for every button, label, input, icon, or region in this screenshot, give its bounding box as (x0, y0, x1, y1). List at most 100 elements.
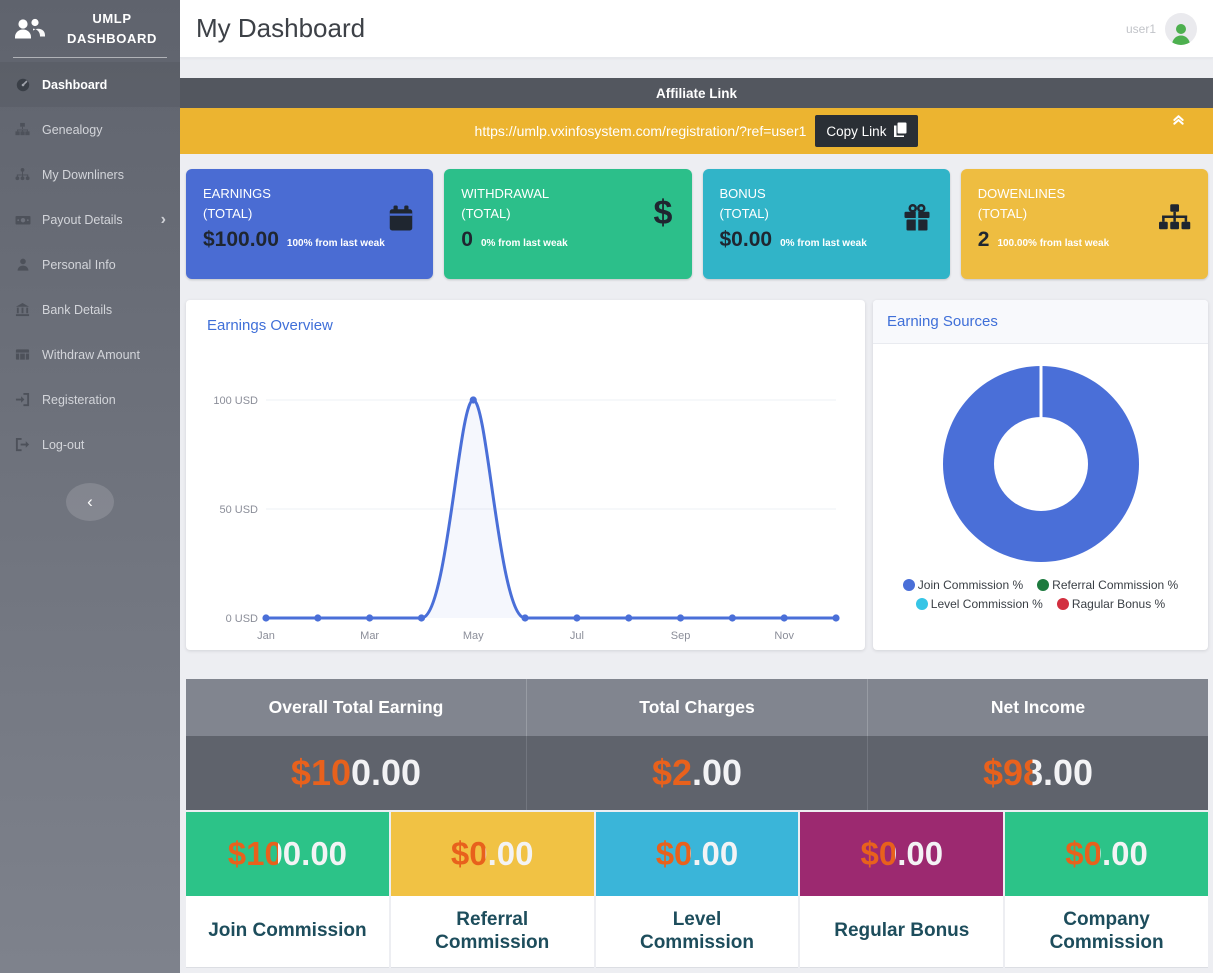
stat-note: 100.00% from last weak (997, 238, 1110, 249)
commission-amount: $0.00 (655, 835, 739, 872)
sidebar-item-registeration[interactable]: Registeration (0, 377, 180, 422)
earning-sources-chart[interactable] (942, 366, 1139, 562)
svg-text:Jan: Jan (257, 630, 275, 642)
commission-cards: $100.00 Join Commission $0.00 Referral C… (186, 812, 1208, 968)
earnings-overview-chart[interactable]: 0 USD 50 USD 100 USD Jan Mar May Jul Sep Nov (198, 334, 853, 647)
legend-label: Referral Commission % (1052, 578, 1179, 592)
stat-note: 0% from last weak (480, 238, 568, 249)
svg-text:$: $ (653, 194, 672, 232)
commission-label: Regular Bonus (834, 920, 970, 942)
svg-text:May: May (463, 630, 484, 642)
commission-card-join: $100.00 Join Commission (186, 812, 389, 968)
affiliate-link-bar: https://umlp.vxinfosystem.com/registrati… (180, 108, 1213, 154)
sidebar-item-my-downliners[interactable]: My Downliners (0, 152, 180, 197)
sidebar-collapse-button[interactable]: ‹ (66, 483, 114, 522)
svg-text:100 USD: 100 USD (213, 395, 258, 407)
commission-amount: $0.00 (450, 835, 534, 872)
commission-value-block: $100.00 (186, 812, 389, 896)
sidebar-item-label: Registeration (42, 392, 116, 407)
charts-row: Earnings Overview 0 USD 50 USD 100 USD Jan M… (180, 279, 1213, 650)
stat-value: $100.00 (203, 228, 279, 251)
page-title: My Dashboard (196, 13, 366, 43)
sidebar-item-label: Payout Details (42, 212, 123, 227)
sidebar-item-payout-details[interactable]: Payout Details › (0, 197, 180, 242)
gift-icon (901, 203, 933, 233)
summary-value-charges: $2.00 (527, 736, 868, 810)
user-icon (14, 257, 31, 272)
affiliate-link-section: Affiliate Link https://umlp.vxinfosystem… (180, 78, 1213, 154)
sidebar-nav: Dashboard Genealogy My Downliners Payout… (0, 62, 180, 467)
stat-cards: EARNINGS (TOTAL) $100.00 100% from last w… (180, 154, 1213, 279)
network-icon (14, 167, 31, 182)
stat-note: 100% from last weak (286, 238, 385, 249)
sign-in-icon (14, 392, 31, 407)
legend-dot (1037, 579, 1050, 591)
stat-value: $0.00 (719, 228, 773, 251)
commission-label: Referral Commission (435, 908, 550, 953)
stat-card-withdrawal: WITHDRAWAL (TOTAL) 0 0% from last weak $ (444, 169, 692, 279)
sidebar-item-log-out[interactable]: Log-out (0, 422, 180, 467)
stat-note: 0% from last weak (780, 238, 867, 249)
svg-text:Sep: Sep (671, 630, 691, 642)
summary-value-net: $98.00 (868, 736, 1208, 810)
commission-label: Company Commission (1049, 908, 1164, 953)
stat-value: 2 (977, 228, 990, 251)
legend-item-join-commission[interactable]: Join Commission % (902, 578, 1023, 592)
legend-item-ragular-bonus[interactable]: Ragular Bonus % (1056, 597, 1166, 611)
money-icon (14, 212, 31, 228)
commission-value-block: $0.00 (800, 812, 1004, 896)
sidebar: UMLP DASHBOARD Dashboard Genealogy My Do… (0, 0, 180, 973)
sign-out-icon (14, 437, 31, 452)
commission-value-block: $0.00 (1005, 812, 1208, 896)
stat-title: EARNINGS (TOTAL) (203, 186, 271, 221)
commission-label: Level Commission (639, 908, 754, 953)
legend-item-referral-commission[interactable]: Referral Commission % (1037, 578, 1178, 592)
sidebar-item-label: Bank Details (42, 302, 113, 317)
user-menu[interactable]: user1 (1126, 12, 1197, 45)
sidebar-item-bank-details[interactable]: Bank Details (0, 287, 180, 332)
summary-header-overall: Overall Total Earning (186, 679, 527, 736)
sidebar-item-label: Log-out (42, 437, 85, 452)
summary-amount: $100.00 (290, 752, 422, 793)
collapse-panel-icon[interactable] (1172, 113, 1185, 126)
legend-item-level-commission[interactable]: Level Commission % (915, 597, 1043, 611)
divider (13, 57, 167, 59)
stat-value: 0 (461, 228, 473, 251)
bank-icon (14, 302, 31, 317)
sidebar-item-dashboard[interactable]: Dashboard (0, 62, 180, 108)
commission-amount: $100.00 (227, 835, 348, 872)
legend-label: Ragular Bonus % (1071, 597, 1166, 611)
earning-sources-card: Earning Sources Join Commission % Referr… (873, 300, 1208, 650)
summary-value-overall: $100.00 (186, 736, 527, 810)
chart-legend: Join Commission % Referral Commission % … (873, 578, 1208, 611)
summary-amount: $2.00 (651, 752, 743, 793)
earnings-overview-title: Earnings Overview (207, 317, 333, 334)
sidebar-item-withdraw-amount[interactable]: Withdraw Amount (0, 332, 180, 377)
calendar-icon (386, 203, 416, 233)
sidebar-item-label: My Downliners (42, 167, 124, 182)
commission-card-regular-bonus: $0.00 Regular Bonus (800, 812, 1004, 968)
sidebar-item-label: Genealogy (42, 122, 103, 137)
avatar[interactable] (1165, 12, 1197, 45)
sidebar-item-genealogy[interactable]: Genealogy (0, 107, 180, 152)
commission-card-company: $0.00 Company Commission (1005, 812, 1208, 968)
stat-card-earnings: EARNINGS (TOTAL) $100.00 100% from last w… (186, 169, 434, 279)
commission-card-referral: $0.00 Referral Commission (390, 812, 594, 968)
users-icon (12, 16, 48, 42)
commission-value-block: $0.00 (390, 812, 594, 896)
legend-dot (902, 579, 915, 591)
copy-link-button[interactable]: Copy Link (815, 115, 919, 147)
sidebar-item-personal-info[interactable]: Personal Info (0, 242, 180, 287)
sitemap-icon (1157, 203, 1191, 233)
doughnut-hole (993, 417, 1088, 511)
commission-value-block: $0.00 (595, 812, 799, 896)
copy-icon (893, 122, 907, 140)
svg-text:Mar: Mar (360, 630, 379, 642)
table-icon (14, 347, 31, 362)
sidebar-item-label: Dashboard (42, 77, 108, 92)
sidebar-item-label: Personal Info (42, 257, 116, 272)
svg-text:Jul: Jul (570, 630, 584, 642)
summary-header-net: Net Income (868, 679, 1208, 736)
legend-dot (915, 598, 928, 610)
legend-dot (1056, 598, 1069, 610)
